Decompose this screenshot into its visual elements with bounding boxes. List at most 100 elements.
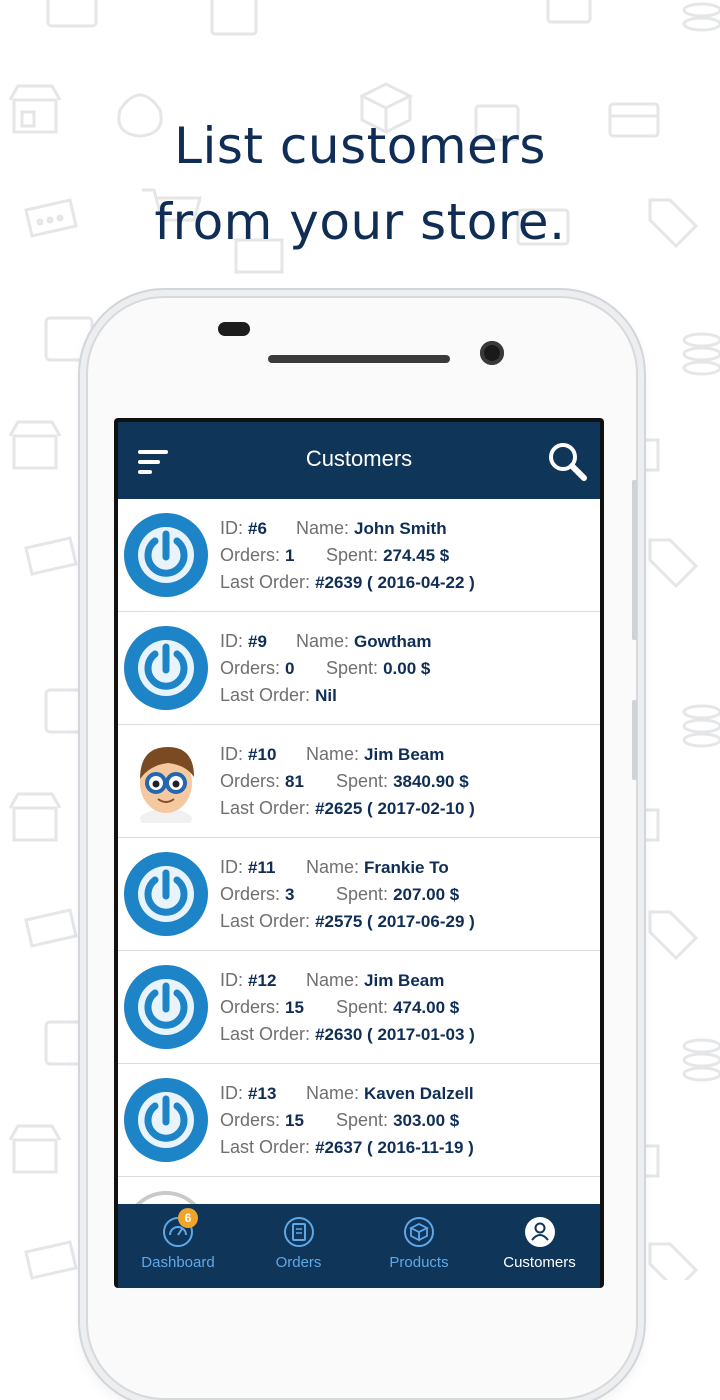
customer-info: ID: #13 Name: Kaven Dalzell Orders: 15 Spen… [220,1080,590,1161]
nav-label: Products [389,1254,449,1271]
orders-label: Orders: [220,771,281,791]
last-order-line: Last Order: Nil [220,682,590,709]
id-label: ID: [220,970,244,990]
customer-info: ID: #10 Name: Jim Beam Orders: 81 Spent: 38… [220,741,590,822]
customer-info: ID: #12 Name: Jim Beam Orders: 15 Spent: 47… [220,967,590,1048]
id-label: ID: [220,518,244,538]
phone-speaker [268,355,450,363]
orders-spent-line: Orders: 15 Spent: 474.00 $ [220,994,590,1021]
customer-last-order: Nil [315,686,337,705]
spent-label: Spent: [336,884,389,904]
id-label: ID: [220,1083,244,1103]
customer-avatar [124,1078,208,1162]
orders-spent-line: Orders: 15 Spent: 303.00 $ [220,1107,590,1134]
orders-label: Orders: [220,884,281,904]
spent-label: Spent: [326,545,379,565]
nav-label: Orders [275,1254,322,1271]
customer-row-partial[interactable] [118,1177,600,1204]
customer-row[interactable]: ID: #9 Name: Gowtham Orders: 0 Spent: 0.00 … [118,612,600,725]
nav-customers[interactable]: Customers [480,1204,600,1288]
customer-row[interactable]: ID: #6 Name: John Smith Orders: 1 Spent: 27… [118,499,600,612]
customer-spent: 3840.90 $ [393,772,469,791]
customer-row[interactable]: ID: #11 Name: Frankie To Orders: 3 Spent: 2… [118,838,600,951]
id-name-line: ID: #9 Name: Gowtham [220,628,590,655]
nav-label: Customers [503,1254,576,1271]
customer-spent: 303.00 $ [393,1111,460,1130]
customer-orders: 15 [285,1111,304,1130]
customer-info: ID: #9 Name: Gowtham Orders: 0 Spent: 0.00 … [220,628,590,709]
orders-spent-line: Orders: 81 Spent: 3840.90 $ [220,768,590,795]
customer-id: #9 [248,632,267,651]
id-name-line: ID: #12 Name: Jim Beam [220,967,590,994]
products-icon [404,1217,434,1247]
customer-last-order: #2575 ( 2017-06-29 ) [315,912,475,931]
spent-group: Spent: 207.00 $ [336,881,459,908]
customer-orders: 0 [285,659,295,678]
name-group: Name: John Smith [296,515,447,542]
customer-name: John Smith [354,519,447,538]
name-group: Name: Frankie To [306,854,449,881]
orders-label: Orders: [220,1110,281,1130]
customer-id: #13 [248,1084,277,1103]
spent-group: Spent: 0.00 $ [326,655,430,682]
name-group: Name: Jim Beam [306,741,444,768]
headline: List customers from your store. [0,108,720,260]
customer-last-order: #2630 ( 2017-01-03 ) [315,1025,475,1044]
last-order-label: Last Order: [220,1137,311,1157]
customer-orders: 3 [285,885,295,904]
customer-row[interactable]: ID: #10 Name: Jim Beam Orders: 81 Spent: 38… [118,725,600,838]
customer-user-icon [524,1217,555,1247]
customer-orders: 1 [285,546,295,565]
id-name-line: ID: #13 Name: Kaven Dalzell [220,1080,590,1107]
customer-name: Frankie To [364,858,449,877]
nav-orders[interactable]: Orders [239,1204,359,1288]
phone-screen: Customers ID: #6 Name: John Smith Orders: … [114,418,604,1288]
cartoon-boy-avatar [140,747,194,829]
last-order-line: Last Order: #2637 ( 2016-11-19 ) [220,1134,590,1161]
spent-group: Spent: 474.00 $ [336,994,459,1021]
spent-label: Spent: [326,658,379,678]
search-button[interactable] [546,440,590,484]
customer-row[interactable]: ID: #12 Name: Jim Beam Orders: 15 Spent: 47… [118,951,600,1064]
customer-row[interactable]: ID: #13 Name: Kaven Dalzell Orders: 15 Spen… [118,1064,600,1177]
customer-name: Kaven Dalzell [364,1084,474,1103]
name-group: Name: Jim Beam [306,967,444,994]
power-logo-avatar [124,852,208,936]
search-icon [549,443,587,481]
customer-avatar [124,965,208,1049]
id-name-line: ID: #11 Name: Frankie To [220,854,590,881]
customer-id: #6 [248,519,267,538]
last-order-line: Last Order: #2630 ( 2017-01-03 ) [220,1021,590,1048]
customer-name: Jim Beam [364,745,445,764]
orders-spent-line: Orders: 0 Spent: 0.00 $ [220,655,590,682]
orders-label: Orders: [220,997,281,1017]
id-label: ID: [220,857,244,877]
orders-spent-line: Orders: 3 Spent: 207.00 $ [220,881,590,908]
customer-id: #10 [248,745,277,764]
customer-last-order: #2639 ( 2016-04-22 ) [315,573,475,592]
orders-icon [283,1217,314,1247]
customer-avatar [124,739,208,829]
name-label: Name: [306,1083,360,1103]
last-order-line: Last Order: #2639 ( 2016-04-22 ) [220,569,590,596]
id-name-line: ID: #10 Name: Jim Beam [220,741,590,768]
name-group: Name: Kaven Dalzell [306,1080,474,1107]
customer-orders: 81 [285,772,304,791]
name-label: Name: [306,744,360,764]
last-order-line: Last Order: #2625 ( 2017-02-10 ) [220,795,590,822]
customer-last-order: #2637 ( 2016-11-19 ) [315,1138,474,1157]
power-logo-avatar [124,513,208,597]
power-logo-avatar [124,965,208,1049]
nav-dashboard[interactable]: Dashboard 6 [118,1204,238,1288]
customer-id: #11 [248,858,276,877]
avatar-partial [135,1191,197,1204]
spent-group: Spent: 274.45 $ [326,542,449,569]
phone-side-button [632,700,637,780]
id-name-line: ID: #6 Name: John Smith [220,515,590,542]
name-label: Name: [296,518,350,538]
customer-last-order: #2625 ( 2017-02-10 ) [315,799,475,818]
nav-products[interactable]: Products [359,1204,479,1288]
power-logo-avatar [124,626,208,710]
customer-id: #12 [248,971,277,990]
customer-list: ID: #6 Name: John Smith Orders: 1 Spent: 27… [118,499,600,1204]
